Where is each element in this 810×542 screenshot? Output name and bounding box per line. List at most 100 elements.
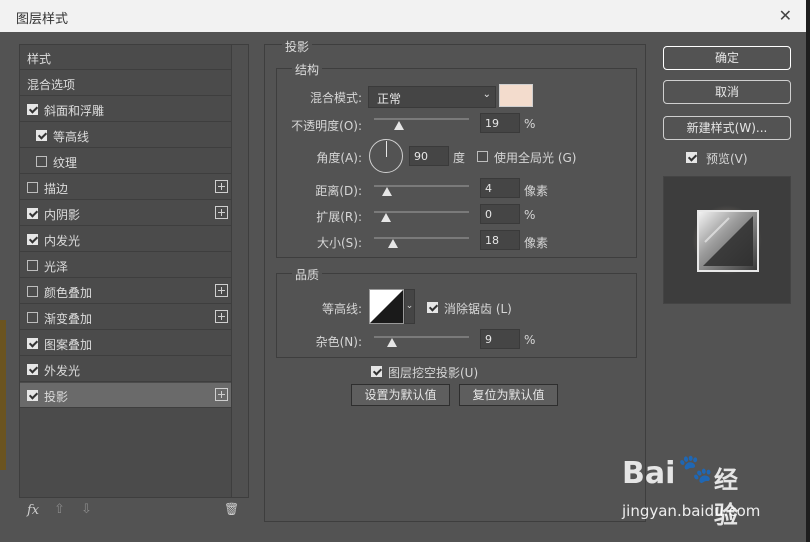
knockout-checkbox[interactable] — [371, 366, 382, 377]
angle-dial[interactable] — [369, 139, 403, 173]
size-unit: 像素 — [524, 236, 549, 250]
anti-alias-checkbox[interactable] — [427, 302, 438, 313]
angle-dial-needle — [386, 141, 387, 157]
distance-slider-thumb[interactable] — [382, 187, 393, 196]
style-list-item-label: 纹理 — [53, 156, 78, 170]
noise-input[interactable]: 9 — [480, 329, 520, 349]
ok-button[interactable]: 确定 — [663, 46, 791, 70]
chevron-down-icon: ⌄ — [482, 89, 491, 100]
style-list-item-label: 混合选项 — [27, 78, 76, 92]
style-list-item[interactable]: 内发光 — [20, 227, 232, 252]
style-checkbox[interactable] — [27, 390, 38, 401]
opacity-slider-track[interactable] — [374, 118, 469, 120]
style-list-item-label: 图案叠加 — [44, 338, 93, 352]
style-list-item[interactable]: 外发光 — [20, 357, 232, 382]
style-list-item-label: 光泽 — [44, 260, 69, 274]
trash-icon[interactable]: 🗑 — [224, 502, 239, 516]
close-icon[interactable]: ✕ — [779, 6, 792, 25]
style-checkbox[interactable] — [27, 364, 38, 375]
style-list-item[interactable]: 投影 — [20, 383, 232, 408]
make-default-button[interactable]: 设置为默认值 — [351, 384, 450, 406]
style-list-item[interactable]: 光泽 — [20, 253, 232, 278]
style-list-item[interactable]: 内阴影 — [20, 201, 232, 226]
style-checkbox[interactable] — [27, 338, 38, 349]
new-style-button[interactable]: 新建样式(W)... — [663, 116, 791, 140]
style-checkbox[interactable] — [27, 182, 38, 193]
move-down-icon[interactable]: ⇩ — [81, 502, 92, 517]
size-slider-thumb[interactable] — [388, 239, 399, 248]
angle-input[interactable]: 90 — [409, 146, 449, 166]
contour-dropdown-chevron-icon[interactable]: ⌄ — [404, 289, 415, 324]
cancel-button[interactable]: 取消 — [663, 80, 791, 104]
style-checkbox[interactable] — [36, 130, 47, 141]
distance-input[interactable]: 4 — [480, 178, 520, 198]
style-list-item[interactable]: 斜面和浮雕 — [20, 97, 232, 122]
style-list-item[interactable]: 图案叠加 — [20, 331, 232, 356]
add-instance-plus-icon[interactable] — [215, 206, 228, 219]
style-list-item[interactable]: 混合选项 — [20, 71, 232, 96]
style-list-item[interactable]: 渐变叠加 — [20, 305, 232, 330]
style-checkbox[interactable] — [27, 104, 38, 115]
size-input[interactable]: 18 — [480, 230, 520, 250]
blend-mode-value: 正常 — [377, 92, 402, 106]
shadow-color-swatch[interactable] — [499, 84, 533, 107]
preview-swatch — [697, 210, 759, 272]
distance-label: 距离(D): — [315, 184, 362, 198]
style-list-item[interactable]: 纹理 — [20, 149, 232, 174]
preview-checkbox[interactable] — [686, 152, 697, 163]
style-checkbox[interactable] — [27, 312, 38, 323]
knockout-label: 图层挖空投影(U) — [388, 366, 479, 380]
style-list-item-label: 内阴影 — [44, 208, 81, 222]
style-list-item-label: 描边 — [44, 182, 69, 196]
style-checkbox[interactable] — [27, 234, 38, 245]
style-list-item-label: 内发光 — [44, 234, 81, 248]
style-preview — [663, 176, 791, 304]
add-instance-plus-icon[interactable] — [215, 310, 228, 323]
style-list-item[interactable]: 等高线 — [20, 123, 232, 148]
paw-icon: 🐾 — [678, 452, 713, 485]
style-list-item-label: 颜色叠加 — [44, 286, 93, 300]
move-up-icon[interactable]: ⇧ — [54, 502, 65, 517]
style-list-item-label: 投影 — [44, 390, 69, 404]
window-title: 图层样式 — [16, 12, 69, 27]
title-bar: 图层样式 ✕ — [0, 0, 806, 32]
contour-preview[interactable] — [369, 289, 404, 324]
style-checkbox[interactable] — [27, 286, 38, 297]
blend-mode-label: 混合模式: — [309, 91, 362, 105]
anti-alias-label: 消除锯齿 (L) — [444, 302, 512, 316]
style-list-item[interactable]: 样式 — [20, 45, 232, 70]
watermark-url: jingyan.baidu.com — [622, 502, 761, 520]
blend-mode-select[interactable]: 正常 ⌄ — [368, 86, 496, 108]
opacity-input[interactable]: 19 — [480, 113, 520, 133]
style-checkbox[interactable] — [27, 260, 38, 271]
global-light-checkbox[interactable] — [477, 151, 488, 162]
style-list-item-label: 外发光 — [44, 364, 81, 378]
noise-label: 杂色(N): — [315, 335, 362, 349]
structure-title: 结构 — [292, 61, 323, 78]
add-instance-plus-icon[interactable] — [215, 284, 228, 297]
styles-list-scrollbar[interactable] — [231, 44, 249, 498]
window-edge — [806, 0, 810, 542]
preview-label: 预览(V) — [706, 152, 748, 166]
style-list-item[interactable]: 颜色叠加 — [20, 279, 232, 304]
reset-default-button[interactable]: 复位为默认值 — [459, 384, 558, 406]
style-checkbox[interactable] — [36, 156, 47, 167]
global-light-label: 使用全局光 (G) — [494, 151, 577, 165]
add-instance-plus-icon[interactable] — [215, 180, 228, 193]
preview-bevel-shape — [703, 216, 753, 266]
watermark-brand: Bai — [622, 456, 676, 491]
style-checkbox[interactable] — [27, 208, 38, 219]
add-instance-plus-icon[interactable] — [215, 388, 228, 401]
spread-slider-thumb[interactable] — [381, 213, 391, 222]
style-list-item-label: 样式 — [27, 52, 52, 66]
background-edge — [0, 320, 6, 470]
style-list-item[interactable]: 描边 — [20, 175, 232, 200]
opacity-slider-thumb[interactable] — [394, 121, 405, 130]
style-list-item-label: 渐变叠加 — [44, 312, 93, 326]
opacity-unit: % — [524, 117, 536, 131]
style-list-item-label: 斜面和浮雕 — [44, 104, 105, 118]
fx-icon[interactable]: fx — [27, 503, 39, 518]
noise-slider-thumb[interactable] — [387, 338, 398, 347]
section-title: 投影 — [282, 38, 313, 55]
spread-input[interactable]: 0 — [480, 204, 520, 224]
